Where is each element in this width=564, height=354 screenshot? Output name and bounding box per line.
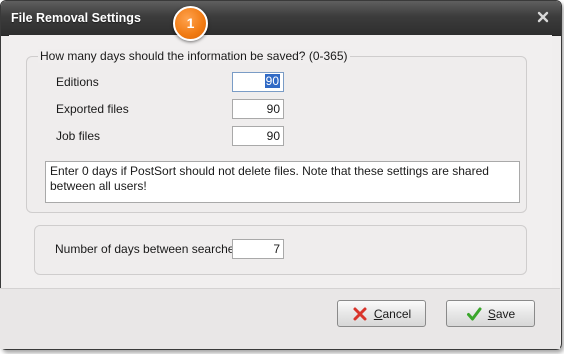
retention-group-legend: How many days should the information be …	[38, 49, 350, 63]
cancel-button-label: Cancel	[373, 306, 412, 321]
step-number-badge: 1	[173, 6, 208, 41]
save-button-label: Save	[487, 306, 516, 321]
editions-label: Editions	[56, 75, 99, 89]
red-x-icon	[353, 307, 367, 320]
save-button[interactable]: Save	[446, 300, 535, 327]
title-bar[interactable]: File Removal Settings	[1, 1, 561, 36]
job-files-label: Job files	[56, 129, 101, 143]
job-files-days-input[interactable]: 90	[232, 126, 284, 146]
exported-files-label: Exported files	[56, 102, 129, 116]
search-interval-label: Number of days between searches?	[55, 242, 248, 256]
close-icon	[537, 11, 549, 23]
exported-files-days-input[interactable]: 90	[232, 99, 284, 119]
close-button[interactable]	[535, 9, 551, 25]
dialog-footer: Cancel Save	[0, 288, 560, 349]
green-check-icon	[466, 307, 482, 320]
info-note-box: Enter 0 days if PostSort should not dele…	[45, 161, 520, 203]
editions-days-value: 90	[264, 74, 280, 88]
window-title: File Removal Settings	[11, 11, 141, 25]
search-interval-days-input[interactable]: 7	[232, 239, 284, 259]
cancel-button[interactable]: Cancel	[337, 300, 426, 327]
editions-days-input[interactable]: 90	[232, 72, 284, 92]
